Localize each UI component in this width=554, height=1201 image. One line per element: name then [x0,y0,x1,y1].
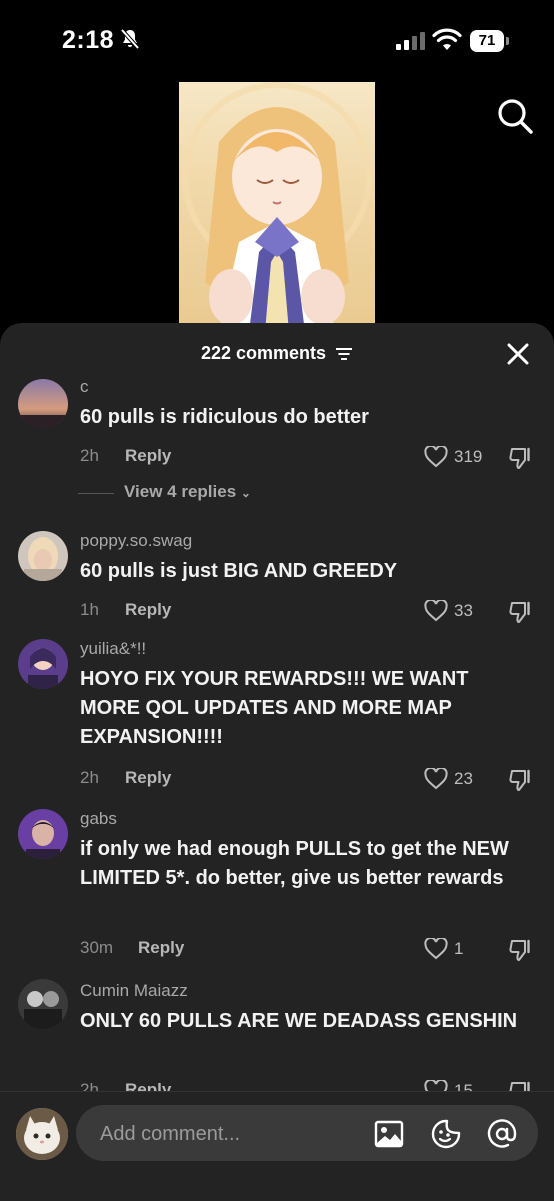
like-count: 33 [454,601,473,620]
status-time: 2:18 [62,26,115,54]
comment-text: if only we had enough PULLS to get the N… [80,838,509,889]
thumbs-down-icon[interactable] [507,937,533,963]
comment-input[interactable] [98,1119,362,1149]
close-icon[interactable] [505,341,531,367]
comment-time: 2h [80,1080,99,1091]
like-count: 23 [454,769,473,788]
like-button[interactable]: 1 [424,937,504,963]
like-button[interactable]: 23 [424,767,504,793]
heart-icon [424,1080,448,1091]
comment-username[interactable]: poppy.so.swag [80,531,192,551]
comment-text: 60 pulls is ridiculous do better [80,406,369,428]
like-count: 319 [454,447,483,466]
view-replies-divider [78,493,114,494]
comment-username[interactable]: gabs [80,809,117,829]
like-button[interactable]: 15 [424,1079,504,1091]
like-button[interactable]: 33 [424,599,504,625]
avatar-photo [18,979,68,1029]
heart-icon [424,938,448,960]
like-count: 15 [454,1081,473,1091]
battery-indicator: 71 [470,30,510,52]
search-icon[interactable] [494,95,536,137]
avatar-selfie-image [18,809,68,859]
avatar[interactable] [18,639,68,689]
emoji-sticker-icon[interactable] [431,1119,461,1149]
avatar-sunset-image [18,379,68,429]
status-bar: 2:18 71 [0,0,554,80]
comment-item: poppy.so.swag 60 pulls is just BIG AND G… [0,527,554,647]
comment-composer [0,1091,554,1201]
comment-text: HOYO FIX YOUR REWARDS!!! WE WANT MORE QO… [80,668,469,748]
avatar[interactable] [18,531,68,581]
thumbs-down-icon[interactable] [507,767,533,793]
comment-username[interactable]: yuilia&*!! [80,639,146,659]
avatar[interactable] [18,809,68,859]
thumbs-down-icon[interactable] [507,445,533,471]
heart-icon [424,768,448,790]
comment-count-label: 222 comments [200,343,327,363]
current-user-avatar[interactable] [16,1108,68,1160]
comment-text: ONLY 60 PULLS ARE WE DEADASS GENSHIN [80,1010,518,1032]
comment-item: gabs if only we had enough PULLS to get … [0,809,554,979]
comment-count[interactable]: 222 comments [0,343,554,364]
view-replies-button[interactable]: View 4 replies ⌄ [78,482,378,504]
like-button[interactable]: 319 [424,445,504,471]
battery-cap [506,37,509,45]
comments-header: 222 comments [0,323,554,383]
avatar-cat-image [16,1108,68,1160]
avatar-anime-image [18,639,68,689]
avatar-photo [18,531,68,581]
comment-text: 60 pulls is just BIG AND GREEDY [80,560,398,582]
video-thumbnail[interactable] [179,82,375,332]
view-replies-label: View 4 replies ⌄ [124,482,251,501]
avatar[interactable] [18,979,68,1029]
reply-button[interactable]: Reply [125,1080,171,1091]
avatar[interactable] [18,379,68,429]
reply-button[interactable]: Reply [125,768,171,788]
comment-item: Cumin Maiazz ONLY 60 PULLS ARE WE DEADAS… [0,979,554,1091]
comment-username[interactable]: c [80,377,89,397]
wifi-icon [432,28,462,50]
bell-slash-icon [120,28,140,50]
sort-icon[interactable] [335,347,353,361]
chevron-down-icon: ⌄ [240,486,251,500]
comment-time: 2h [80,446,99,465]
reply-button[interactable]: Reply [125,600,171,620]
thumbs-down-icon[interactable] [507,599,533,625]
thumbs-down-icon[interactable] [507,1079,533,1091]
reply-button[interactable]: Reply [138,938,184,958]
comment-username[interactable]: Cumin Maiazz [80,981,188,1001]
comments-sheet: 222 comments c 60 pulls is ridiculous do [0,323,554,1200]
comment-time: 30m [80,938,114,957]
heart-icon [424,600,448,622]
cellular-signal-icon [396,32,425,50]
comment-time: 2h [80,768,99,787]
comment-time: 1h [80,600,99,619]
reply-button[interactable]: Reply [125,446,171,466]
comment-item: yuilia&*!! HOYO FIX YOUR REWARDS!!! WE W… [0,639,554,809]
comment-input-container[interactable] [76,1105,538,1161]
battery-level: 71 [470,30,504,52]
like-count: 1 [454,939,464,958]
image-icon[interactable] [374,1119,404,1149]
anime-character-artwork [182,82,372,332]
at-mention-icon[interactable] [487,1119,517,1149]
heart-icon [424,446,448,468]
